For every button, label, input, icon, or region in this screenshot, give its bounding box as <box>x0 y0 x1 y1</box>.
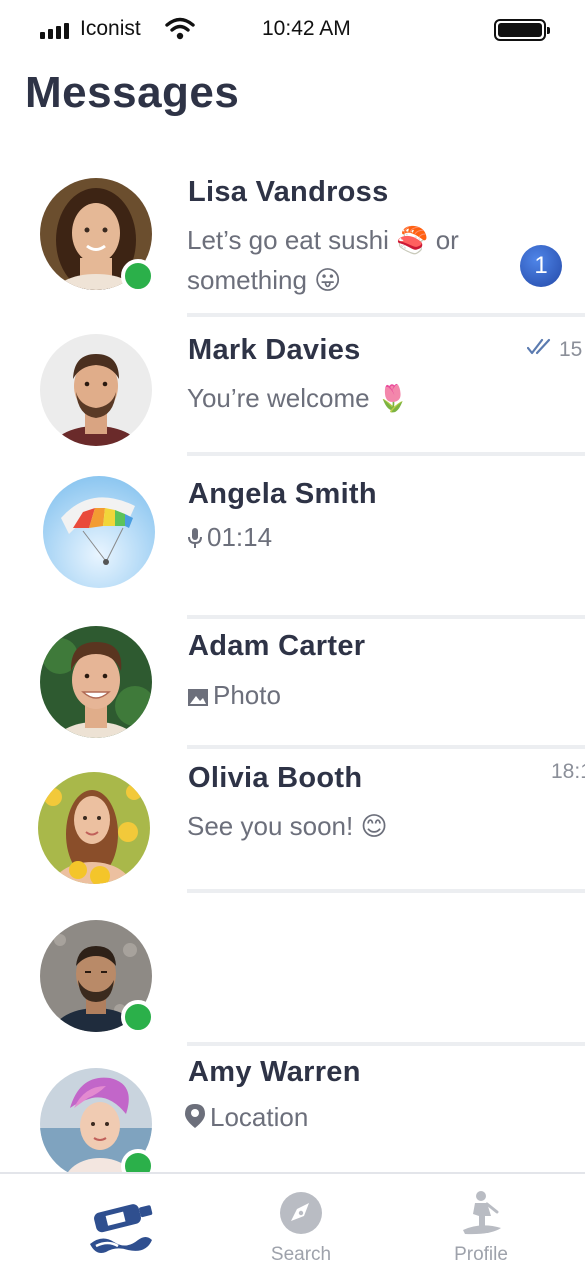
tab-messages[interactable] <box>40 1174 200 1266</box>
message-preview: Location <box>184 1097 308 1140</box>
message-preview: See you soon! 😊 <box>187 811 388 841</box>
message-preview: Let’s go eat sushi 🍣 or <box>187 225 459 255</box>
avatar <box>43 476 155 588</box>
tab-bar: Search Profile <box>0 1172 585 1266</box>
list-divider <box>187 1042 585 1046</box>
messages-bottle-icon <box>88 1196 158 1263</box>
contact-name: Olivia Booth <box>188 762 363 794</box>
double-check-icon <box>526 338 555 361</box>
wifi-icon <box>165 17 195 46</box>
location-pin-icon <box>184 1100 206 1140</box>
online-status-dot <box>121 1000 155 1034</box>
tab-profile[interactable]: Profile <box>401 1174 561 1266</box>
list-divider <box>187 889 585 893</box>
status-time: 10:42 AM <box>262 17 351 40</box>
avatar <box>40 334 152 446</box>
page-title: Messages <box>25 68 240 117</box>
attachment-label: Photo <box>213 680 281 710</box>
voice-duration: 01:14 <box>207 522 273 552</box>
microphone-icon <box>187 520 203 560</box>
surfer-icon <box>461 1190 503 1241</box>
status-bar: Iconist 10:42 AM <box>0 0 585 60</box>
message-preview: 01:14 <box>187 517 272 560</box>
tab-search[interactable]: Search <box>221 1174 381 1266</box>
tab-label: Profile <box>454 1244 508 1265</box>
signal-strength-icon <box>40 23 69 39</box>
contact-name: Amy Warren <box>188 1056 361 1088</box>
avatar <box>40 626 152 738</box>
contact-name: Adam Carter <box>188 630 366 662</box>
photo-icon <box>187 678 209 718</box>
message-preview-line2: something 😛 <box>187 265 342 295</box>
unread-badge: 1 <box>520 245 562 287</box>
online-status-dot <box>121 259 155 293</box>
compass-icon <box>279 1191 323 1240</box>
list-divider <box>187 615 585 619</box>
list-divider <box>187 745 585 749</box>
message-time: 18:1 <box>551 760 585 783</box>
battery-icon <box>494 19 550 41</box>
contact-name: Lisa Vandross <box>188 176 389 208</box>
message-preview: Photo <box>187 675 281 718</box>
carrier-name: Iconist <box>80 17 141 40</box>
list-divider <box>187 313 585 317</box>
list-divider <box>187 452 585 456</box>
message-preview: You’re welcome 🌷 <box>187 383 410 413</box>
contact-name: Angela Smith <box>188 478 377 510</box>
message-time: 15 <box>559 338 583 361</box>
avatar <box>38 772 150 884</box>
contact-name: Mark Davies <box>188 334 361 366</box>
attachment-label: Location <box>210 1102 309 1132</box>
tab-label: Search <box>270 1244 332 1265</box>
